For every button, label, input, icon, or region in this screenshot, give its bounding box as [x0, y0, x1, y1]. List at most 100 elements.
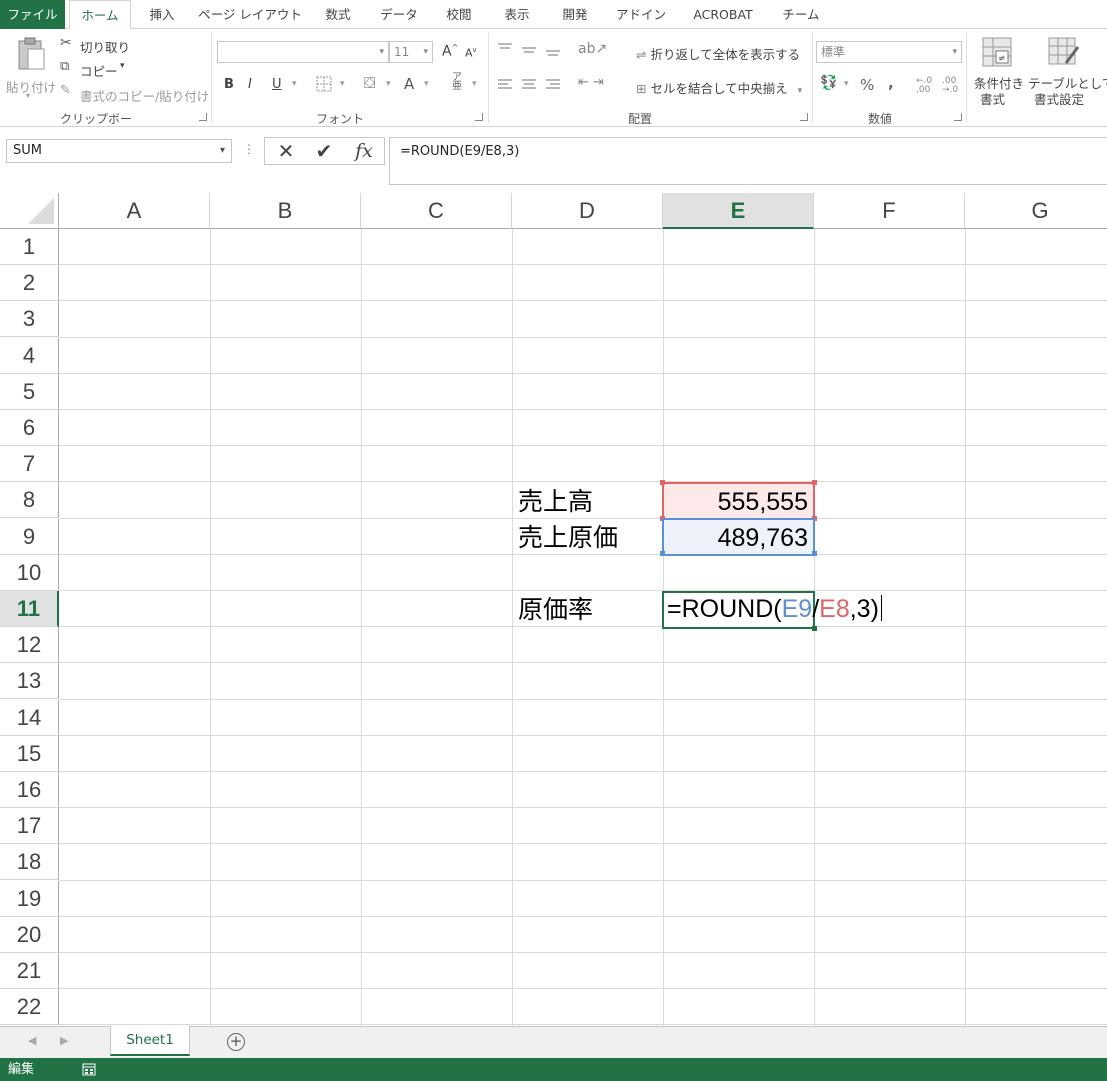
tab-addins[interactable]: アドイン — [612, 0, 670, 29]
bold-button[interactable]: B — [224, 77, 234, 92]
row-header-22[interactable]: 22 — [0, 989, 59, 1025]
borders-dropdown-icon[interactable]: ▾ — [340, 79, 345, 89]
column-header-c[interactable]: C — [361, 193, 512, 229]
tab-page-layout[interactable]: ページ レイアウト — [196, 0, 304, 29]
alignment-launcher-icon[interactable] — [800, 113, 808, 121]
tab-data[interactable]: データ — [372, 0, 426, 29]
cell-e8[interactable]: 555,555 — [663, 484, 814, 520]
number-format-select[interactable]: 標準 ▾ — [816, 41, 962, 63]
borders-icon[interactable] — [316, 76, 334, 92]
row-header-20[interactable]: 20 — [0, 917, 59, 953]
row-header-14[interactable]: 14 — [0, 700, 59, 736]
clipboard-launcher-icon[interactable] — [199, 113, 207, 121]
sheet-tab-sheet1[interactable]: Sheet1 — [110, 1026, 190, 1056]
tab-insert[interactable]: 挿入 — [138, 0, 186, 29]
format-painter-button[interactable]: ✎ 書式のコピー/貼り付け — [60, 83, 209, 104]
comma-button[interactable]: , — [888, 74, 894, 92]
increase-decimal-icon[interactable]: ←.0.00 — [916, 77, 932, 95]
name-box[interactable]: SUM ▾ — [6, 139, 232, 163]
cell-d9[interactable]: 売上原価 — [512, 520, 663, 556]
enter-check-icon[interactable]: ✔ — [309, 139, 339, 163]
font-shrink-button[interactable]: Av — [465, 46, 477, 60]
cut-button[interactable]: ✂ 切り取り — [60, 35, 140, 55]
row-header-5[interactable]: 5 — [0, 374, 59, 410]
macro-record-icon[interactable] — [82, 1063, 96, 1076]
row-header-16[interactable]: 16 — [0, 772, 59, 808]
column-header-f[interactable]: F — [814, 193, 965, 229]
row-header-17[interactable]: 17 — [0, 808, 59, 844]
row-header-4[interactable]: 4 — [0, 338, 59, 374]
number-launcher-icon[interactable] — [954, 113, 962, 121]
font-grow-button[interactable]: A^ — [442, 43, 458, 60]
column-header-g[interactable]: G — [965, 193, 1107, 229]
font-color-button[interactable]: A — [404, 75, 414, 93]
row-header-10[interactable]: 10 — [0, 555, 59, 591]
row-header-3[interactable]: 3 — [0, 301, 59, 337]
row-header-8[interactable]: 8 — [0, 482, 59, 518]
column-header-d[interactable]: D — [512, 193, 663, 229]
tab-view[interactable]: 表示 — [494, 0, 540, 29]
row-header-9[interactable]: 9 — [0, 519, 59, 555]
cell-d11[interactable]: 原価率 — [512, 592, 663, 628]
formula-bar-resize-handle[interactable]: ⋮ — [243, 142, 255, 156]
underline-dropdown-icon[interactable]: ▾ — [292, 79, 297, 89]
row-header-11[interactable]: 11 — [0, 591, 59, 627]
paste-button[interactable]: 貼り付け ▾ — [4, 35, 56, 101]
sheet-nav-next-icon[interactable]: ▶ — [60, 1034, 68, 1047]
currency-icon[interactable]: 💱 — [820, 75, 837, 91]
gridline — [59, 373, 1107, 374]
horizontal-align-icons[interactable] — [497, 77, 567, 93]
add-sheet-button[interactable]: + — [227, 1033, 245, 1051]
phonetic-dropdown-icon[interactable]: ▾ — [472, 79, 477, 89]
tab-team[interactable]: チーム — [776, 0, 826, 29]
merge-center-button[interactable]: ⊞ セルを結合して中央揃え ▾ — [636, 78, 802, 97]
italic-button[interactable]: I — [248, 77, 252, 92]
phonetic-icon[interactable]: ア亜 — [452, 73, 462, 92]
column-header-e[interactable]: E — [663, 193, 814, 229]
format-as-table-button[interactable]: テーブルとして 書式設定 — [1028, 35, 1107, 109]
row-header-1[interactable]: 1 — [0, 229, 59, 265]
cancel-icon[interactable]: ✕ — [271, 139, 301, 163]
tab-acrobat[interactable]: ACROBAT — [684, 0, 762, 29]
wrap-text-button[interactable]: ⇌ 折り返して全体を表示する — [636, 44, 800, 63]
percent-button[interactable]: % — [860, 76, 874, 94]
currency-dropdown-icon[interactable]: ▾ — [844, 79, 849, 89]
select-all-button[interactable] — [0, 193, 59, 229]
row-header-2[interactable]: 2 — [0, 265, 59, 301]
insert-function-button[interactable]: fx — [347, 139, 381, 163]
vertical-align-icons[interactable] — [497, 41, 567, 57]
row-header-19[interactable]: 19 — [0, 881, 59, 917]
row-header-12[interactable]: 12 — [0, 627, 59, 663]
tab-file[interactable]: ファイル — [0, 0, 65, 29]
orientation-icon[interactable]: ab↗ — [578, 41, 607, 57]
formula-input[interactable]: =ROUND(E9/E8,3) — [389, 137, 1107, 185]
tab-home[interactable]: ホーム — [69, 0, 131, 30]
row-header-15[interactable]: 15 — [0, 736, 59, 772]
font-size-select[interactable]: 11 ▾ — [389, 41, 433, 63]
column-header-a[interactable]: A — [59, 193, 210, 229]
worksheet-grid[interactable]: A B C D E F G 1 2 3 4 5 6 7 8 9 10 11 12 13 14 15 16 17 1… — [0, 193, 1107, 1026]
row-header-6[interactable]: 6 — [0, 410, 59, 446]
indent-icons[interactable]: ⇤ ⇥ — [578, 75, 604, 90]
row-header-18[interactable]: 18 — [0, 844, 59, 880]
tab-developer[interactable]: 開発 — [552, 0, 598, 29]
sheet-nav-prev-icon[interactable]: ◀ — [28, 1034, 36, 1047]
decrease-decimal-icon[interactable]: .00 →.0 — [942, 77, 958, 95]
cell-d8[interactable]: 売上高 — [512, 484, 663, 520]
row-header-21[interactable]: 21 — [0, 953, 59, 989]
cell-e11-editor[interactable]: =ROUND(E9/E8,3) — [667, 591, 882, 627]
conditional-formatting-button[interactable]: ≠ 条件付き 書式 — [970, 35, 1026, 109]
font-name-select[interactable]: ▾ — [217, 41, 389, 63]
tab-formulas[interactable]: 数式 — [314, 0, 362, 29]
underline-button[interactable]: U — [272, 77, 282, 92]
tab-review[interactable]: 校閲 — [436, 0, 482, 29]
fill-color-icon[interactable]: ⛋ — [364, 74, 375, 92]
row-header-7[interactable]: 7 — [0, 446, 59, 482]
fill-dropdown-icon[interactable]: ▾ — [386, 79, 391, 89]
row-header-13[interactable]: 13 — [0, 663, 59, 699]
copy-button[interactable]: ⧉ コピー ▾ — [60, 59, 140, 79]
column-header-b[interactable]: B — [210, 193, 361, 229]
font-launcher-icon[interactable] — [475, 113, 483, 121]
cell-e9[interactable]: 489,763 — [663, 520, 814, 556]
font-color-dropdown-icon[interactable]: ▾ — [424, 79, 429, 89]
